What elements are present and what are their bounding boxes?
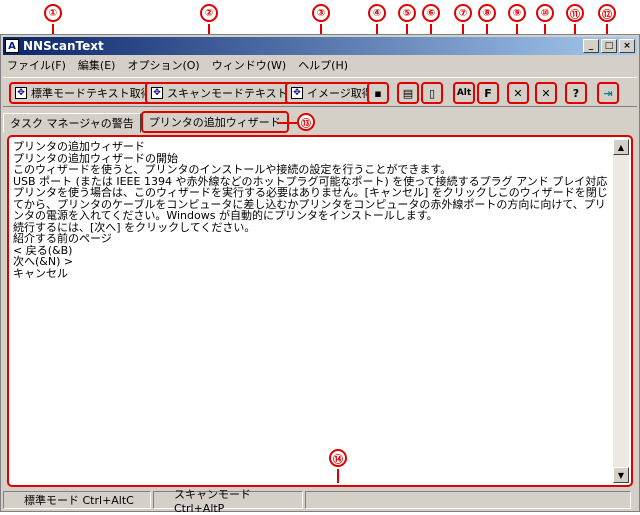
alt-icon: Alt (456, 88, 472, 98)
window-title: NNScanText (23, 39, 104, 53)
capture-icon: ✥ (151, 87, 163, 99)
status-scan-mode: スキャンモード Ctrl+AltP (153, 488, 303, 515)
image-capture-button[interactable]: ✥ イメージ取得 (285, 82, 379, 104)
document-icon: ▯ (428, 86, 436, 100)
callout-10: ⑩ (536, 4, 554, 22)
font-button[interactable]: F (477, 82, 499, 104)
callout-5: ⑤ (398, 4, 416, 22)
app-icon: A (5, 39, 19, 53)
menu-help[interactable]: ヘルプ(H) (298, 57, 348, 73)
delete-button[interactable]: ✕ (535, 82, 557, 104)
close-button[interactable]: × (619, 39, 635, 53)
captured-text-area[interactable]: プリンタの追加ウィザード プリンタの追加ウィザードの開始 このウィザードを使うと… (7, 135, 633, 487)
callout-13: ⑬ (297, 113, 315, 131)
menu-window[interactable]: ウィンドウ(W) (212, 57, 286, 73)
toolbar: ✥ 標準モードテキスト取得 ✥ スキャンモードテキスト取得 ✥ イメージ取得 ▪… (3, 77, 637, 107)
callout-8: ⑧ (478, 4, 496, 22)
alt-button[interactable]: Alt (453, 82, 475, 104)
scroll-up-icon[interactable]: ▲ (613, 139, 629, 155)
standard-mode-capture-button[interactable]: ✥ 標準モードテキスト取得 (9, 82, 158, 104)
callout-line-13 (277, 122, 297, 124)
captured-text[interactable]: プリンタの追加ウィザード プリンタの追加ウィザードの開始 このウィザードを使うと… (11, 139, 613, 483)
callout-6: ⑥ (422, 4, 440, 22)
callout-7: ⑦ (454, 4, 472, 22)
capture-icon: ✥ (291, 87, 303, 99)
status-empty (305, 491, 631, 509)
status-standard-mode: 標準モード Ctrl+AltC (3, 491, 151, 509)
tab-bar: タスク マネージャの警告 プリンタの追加ウィザード (3, 111, 289, 133)
callout-12: ⑫ (598, 4, 616, 22)
callout-1: ① (44, 4, 62, 22)
exit-button[interactable]: ⇥ (597, 82, 619, 104)
callout-14: ⑭ (329, 449, 347, 467)
menu-bar: ファイル(F) 編集(E) オプション(O) ウィンドウ(W) ヘルプ(H) (3, 56, 637, 74)
standard-mode-label: 標準モードテキスト取得 (31, 87, 152, 100)
clear-icon: ✕ (513, 86, 523, 100)
clear-button[interactable]: ✕ (507, 82, 529, 104)
document-button[interactable]: ▯ (421, 82, 443, 104)
menu-options[interactable]: オプション(O) (127, 57, 199, 73)
copy-icon: ▤ (402, 86, 414, 100)
x-icon: ✕ (541, 86, 551, 100)
minimize-button[interactable]: _ (583, 39, 599, 53)
callout-2: ② (200, 4, 218, 22)
scroll-down-icon[interactable]: ▼ (613, 467, 629, 483)
tab-add-printer-wizard[interactable]: プリンタの追加ウィザード (140, 111, 289, 133)
callout-4: ④ (368, 4, 386, 22)
callout-11: ⑪ (566, 4, 584, 22)
floppy-disk-icon: ▪ (374, 86, 382, 100)
vertical-scrollbar[interactable]: ▲ ▼ (613, 139, 629, 483)
status-bar: 標準モード Ctrl+AltC スキャンモード Ctrl+AltP (3, 488, 637, 515)
tab-task-manager-warning[interactable]: タスク マネージャの警告 (3, 113, 141, 133)
app-window: A NNScanText _ □ × ファイル(F) 編集(E) オプション(O… (0, 34, 640, 515)
help-icon: ? (572, 86, 580, 100)
callout-line-14 (337, 469, 339, 483)
maximize-button[interactable]: □ (601, 39, 617, 53)
callout-3: ③ (312, 4, 330, 22)
menu-file[interactable]: ファイル(F) (7, 57, 66, 73)
help-button[interactable]: ? (565, 82, 587, 104)
capture-icon: ✥ (15, 87, 27, 99)
menu-edit[interactable]: 編集(E) (78, 57, 116, 73)
image-capture-label: イメージ取得 (307, 87, 373, 100)
copy-button[interactable]: ▤ (397, 82, 419, 104)
save-button[interactable]: ▪ (367, 82, 389, 104)
title-bar[interactable]: A NNScanText _ □ × (3, 37, 637, 55)
exit-icon: ⇥ (603, 86, 613, 100)
font-icon: F (484, 86, 492, 100)
callout-9: ⑨ (508, 4, 526, 22)
